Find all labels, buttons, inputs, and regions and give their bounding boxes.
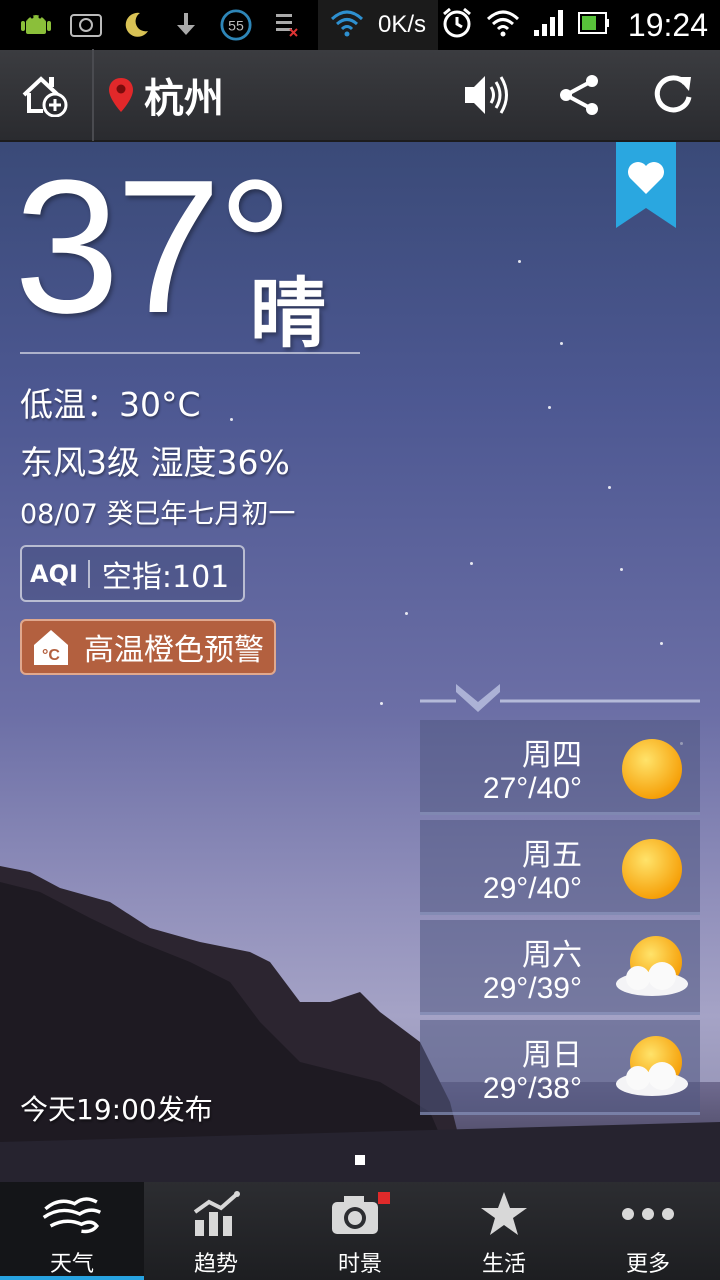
partly-cloudy-icon xyxy=(616,1036,688,1096)
forecast-range: 29°/38° xyxy=(482,1072,582,1105)
forecast-collapse-handle[interactable] xyxy=(420,678,700,718)
battery-icon xyxy=(577,10,610,40)
add-city-icon xyxy=(22,76,68,117)
weather-icon xyxy=(42,1188,102,1240)
camera-icon xyxy=(330,1188,390,1240)
date-lunar: 08/07 癸巳年七月初一 xyxy=(20,499,296,530)
star-decoration xyxy=(560,342,563,345)
star-decoration xyxy=(380,702,383,705)
aqi-tag: AQI xyxy=(30,559,90,588)
forecast-day: 周四 xyxy=(522,738,582,773)
tab-label: 时景 xyxy=(337,1252,382,1277)
forecast-range: 29°/39° xyxy=(482,972,582,1005)
weather-main-panel: 37° 晴 低温：30°C 东风3级 湿度36% 08/07 癸巳年七月初一 A… xyxy=(0,142,720,1182)
tab-label: 趋势 xyxy=(193,1252,238,1277)
refresh-button[interactable] xyxy=(648,70,698,120)
city-selector[interactable]: 杭州 xyxy=(94,66,224,124)
bottom-tab-bar: 天气 趋势 时景 生活 更多 xyxy=(0,1182,720,1280)
forecast-range: 27°/40° xyxy=(482,772,582,805)
forecast-item[interactable]: 周六 29°/39° xyxy=(420,920,700,1015)
signal-icon xyxy=(532,8,566,42)
star-decoration xyxy=(620,568,623,571)
wifi-signal-icon xyxy=(486,8,520,42)
divider-line xyxy=(20,352,360,354)
forecast-day: 周五 xyxy=(522,838,582,873)
more-icon xyxy=(618,1188,678,1240)
share-button[interactable] xyxy=(554,70,604,120)
star-decoration xyxy=(230,418,233,421)
forecast-day: 周日 xyxy=(522,1038,582,1073)
speaker-icon xyxy=(465,76,508,114)
city-name: 杭州 xyxy=(144,76,224,122)
location-pin-icon xyxy=(109,78,133,112)
forecast-day: 周六 xyxy=(522,938,582,973)
screenshot-icon xyxy=(70,10,102,40)
publish-time: 今天19:00发布 xyxy=(20,1093,213,1126)
network-speed-indicator: 0K/s xyxy=(318,0,439,50)
aqi-button[interactable]: AQI 空指:101 xyxy=(20,545,246,602)
page-indicator xyxy=(355,1155,365,1165)
net-speed-text: 0K/s xyxy=(378,11,427,38)
tab-life[interactable]: 生活 xyxy=(432,1182,576,1280)
weather-condition: 晴 xyxy=(250,269,326,358)
forecast-item[interactable]: 周五 29°/40° xyxy=(420,820,700,915)
star-decoration xyxy=(470,562,473,565)
forecast-range: 29°/40° xyxy=(482,872,582,905)
app-header: 杭州 xyxy=(0,49,720,142)
aqi-value: 空指:101 xyxy=(101,559,230,595)
alarm-icon xyxy=(440,6,474,44)
sunny-icon xyxy=(622,739,682,799)
tab-weather[interactable]: 天气 xyxy=(0,1182,144,1280)
moon-decoration xyxy=(548,242,578,316)
star-decoration xyxy=(608,486,611,489)
forecast-item[interactable]: 周日 29°/38° xyxy=(420,1020,700,1115)
tab-label: 生活 xyxy=(481,1252,526,1277)
tab-more[interactable]: 更多 xyxy=(576,1182,720,1280)
tab-trend[interactable]: 趋势 xyxy=(144,1182,288,1280)
timer-badge-number: 55 xyxy=(228,18,244,34)
svg-text:°C: °C xyxy=(42,647,60,664)
tab-scenery[interactable]: 时景 xyxy=(288,1182,432,1280)
voice-broadcast-button[interactable] xyxy=(460,70,510,120)
current-temperature: 37° xyxy=(14,142,293,353)
trend-icon xyxy=(186,1188,246,1240)
high-temp-alert-icon: °C xyxy=(34,630,68,665)
favorite-bookmark-button[interactable] xyxy=(616,142,676,230)
partly-cloudy-icon xyxy=(616,936,688,996)
chevron-down-icon xyxy=(456,684,500,712)
status-bar: 55 0K/s 19:24 xyxy=(0,0,720,50)
star-decoration xyxy=(660,642,663,645)
sim-icon xyxy=(270,10,302,40)
wind-humidity: 东风3级 湿度36% xyxy=(20,443,290,482)
android-debug-icon xyxy=(20,10,52,40)
alert-text: 高温橙色预警 xyxy=(84,633,264,668)
sunny-icon xyxy=(622,839,682,899)
star-decoration xyxy=(405,612,408,615)
refresh-icon xyxy=(654,75,692,113)
heat-alert-button[interactable]: °C 高温橙色预警 xyxy=(20,619,276,675)
forecast-item[interactable]: 周四 27°/40° xyxy=(420,720,700,815)
moon-icon xyxy=(120,10,152,40)
share-icon xyxy=(560,75,598,115)
wifi-icon xyxy=(330,8,364,42)
star-icon xyxy=(474,1188,534,1240)
timer-badge-icon: 55 xyxy=(220,9,252,41)
low-temperature: 低温：30°C xyxy=(20,385,201,424)
add-city-button[interactable] xyxy=(0,49,94,141)
star-decoration xyxy=(548,406,551,409)
tab-label: 天气 xyxy=(49,1252,94,1277)
star-decoration xyxy=(518,260,521,263)
clock-time: 19:24 xyxy=(627,6,708,43)
download-icon xyxy=(170,10,202,40)
tab-label: 更多 xyxy=(625,1252,670,1277)
